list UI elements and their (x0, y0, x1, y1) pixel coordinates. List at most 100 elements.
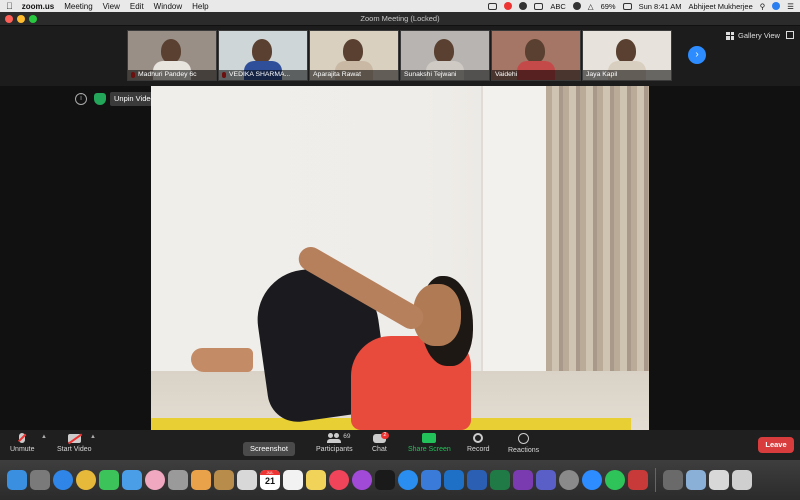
start-video-button[interactable]: Start Video (57, 433, 92, 453)
participant-tile[interactable]: Madhuri Pandey 6c (127, 30, 217, 81)
wifi-icon[interactable]: △ (588, 2, 594, 11)
participants-button[interactable]: 69 Participants (316, 433, 353, 453)
spotlight-search-icon[interactable]: ⚲ (760, 2, 766, 11)
share-screen-icon (422, 433, 437, 443)
dock-utility-icon[interactable] (663, 470, 683, 490)
audio-options-caret-icon[interactable]: ▲ (41, 434, 47, 440)
dock-screenshot-icon[interactable] (237, 470, 257, 490)
participants-count: 69 (343, 433, 351, 440)
participant-name: Sunakshi Tejwani (401, 70, 489, 80)
reactions-button[interactable]: Reactions (508, 433, 539, 454)
menu-extras: ABC △ 69% Sun 8:41 AM Abhijeet Mukherjee… (488, 2, 794, 11)
participant-tile[interactable]: Sunakshi Tejwani (400, 30, 490, 81)
dock-outlook-icon[interactable] (444, 470, 464, 490)
participant-tile[interactable]: Aparajita Rawat (309, 30, 399, 81)
menu-meeting[interactable]: Meeting (64, 2, 92, 11)
gallery-strip: Madhuri Pandey 6c VEDIKA SHARMA... Apara… (0, 26, 800, 86)
dock-separator (655, 468, 656, 492)
menu-bar:  zoom.us Meeting View Edit Window Help … (0, 0, 800, 12)
participant-tile[interactable]: Jaya Kapil (582, 30, 672, 81)
battery-percent[interactable]: 69% (601, 2, 616, 11)
participant-face (616, 39, 637, 63)
dock-onenote-icon[interactable] (513, 470, 533, 490)
participant-tile[interactable]: VEDIKA SHARMA... (218, 30, 308, 81)
dock-reminders-icon[interactable] (283, 470, 303, 490)
bluetooth-icon[interactable] (572, 2, 581, 10)
reactions-icon (518, 433, 530, 444)
unmute-button[interactable]: Unmute (10, 433, 35, 453)
share-screen-label: Share Screen (408, 446, 451, 453)
dock-word-icon[interactable] (467, 470, 487, 490)
screen-share-status-icon[interactable] (488, 2, 498, 10)
record-button[interactable]: Record (467, 433, 490, 453)
share-screen-button[interactable]: Share Screen (408, 433, 451, 453)
dock-trash-icon[interactable] (732, 470, 752, 490)
active-speaker-video[interactable] (151, 86, 649, 430)
user-name[interactable]: Abhijeet Mukherjee (689, 2, 753, 11)
dock-finder-icon[interactable] (7, 470, 27, 490)
dock-podcasts-icon[interactable] (352, 470, 372, 490)
participant-face (343, 39, 364, 63)
menu-edit[interactable]: Edit (130, 2, 144, 11)
participant-name: Jaya Kapil (583, 70, 671, 80)
gallery-view-button[interactable]: Gallery View (726, 31, 780, 40)
siri-icon[interactable] (772, 2, 781, 10)
zoom-status-icon[interactable] (519, 2, 528, 10)
video-options-caret-icon[interactable]: ▲ (90, 434, 96, 440)
dock-launchpad-icon[interactable] (30, 470, 50, 490)
dock-appstore-icon[interactable] (398, 470, 418, 490)
close-window-button[interactable] (5, 15, 13, 23)
camera-off-icon (67, 434, 81, 443)
dock-xcode-icon[interactable] (421, 470, 441, 490)
dock-mail-icon[interactable] (122, 470, 142, 490)
menu-window[interactable]: Window (154, 2, 182, 11)
dock-teams-icon[interactable] (536, 470, 556, 490)
menu-app-name[interactable]: zoom.us (22, 2, 54, 11)
apple-icon[interactable]:  (6, 1, 13, 11)
info-icon[interactable]: i (75, 93, 87, 105)
dock-excel-icon[interactable] (490, 470, 510, 490)
dock-facetime-icon[interactable] (99, 470, 119, 490)
dock-safari-icon[interactable] (53, 470, 73, 490)
keyboard-input-label[interactable]: ABC (550, 2, 565, 11)
minimize-window-button[interactable] (17, 15, 25, 23)
gallery-view-label: Gallery View (738, 31, 780, 40)
menu-view[interactable]: View (103, 2, 120, 11)
control-center-icon[interactable]: ☰ (787, 2, 794, 11)
dock-documents-icon[interactable] (709, 470, 729, 490)
next-page-button[interactable]: › (688, 46, 706, 64)
recording-icon[interactable] (504, 2, 513, 10)
display-icon[interactable] (534, 2, 544, 10)
record-icon (473, 433, 484, 443)
dock-notes-brown-icon[interactable] (214, 470, 234, 490)
dock-zoom-icon[interactable] (582, 470, 602, 490)
dock-whatsapp-icon[interactable] (605, 470, 625, 490)
fullscreen-window-button[interactable] (29, 15, 37, 23)
dock-preview-icon[interactable] (168, 470, 188, 490)
chevron-right-icon: › (695, 49, 699, 60)
participant-tile[interactable]: Vaidehi (491, 30, 581, 81)
chat-button[interactable]: 2 Chat (372, 432, 389, 453)
dock-settings-icon[interactable] (559, 470, 579, 490)
chat-unread-badge: 2 (380, 432, 389, 439)
participants-icon: 69 (327, 433, 351, 443)
calendar-day: 21 (264, 476, 275, 486)
leave-button[interactable]: Leave (758, 437, 794, 453)
dock-calendar-icon[interactable]: JUL 21 (260, 470, 280, 490)
fullscreen-icon[interactable] (786, 31, 794, 39)
video-curtain (546, 86, 649, 386)
participant-name: VEDIKA SHARMA... (219, 70, 307, 80)
grid-icon (726, 31, 734, 40)
dock-chrome-icon[interactable] (76, 470, 96, 490)
dock-notes-icon[interactable] (306, 470, 326, 490)
dock-photos2-icon[interactable] (191, 470, 211, 490)
security-shield-icon[interactable] (94, 93, 106, 105)
dock-downloads-icon[interactable] (686, 470, 706, 490)
dock-photo-booth-icon[interactable] (628, 470, 648, 490)
dock-tv-icon[interactable] (375, 470, 395, 490)
clock[interactable]: Sun 8:41 AM (639, 2, 682, 11)
dock-music-icon[interactable] (329, 470, 349, 490)
dock-photos-icon[interactable] (145, 470, 165, 490)
menu-help[interactable]: Help (192, 2, 208, 11)
participant-name: Vaidehi (492, 70, 580, 80)
